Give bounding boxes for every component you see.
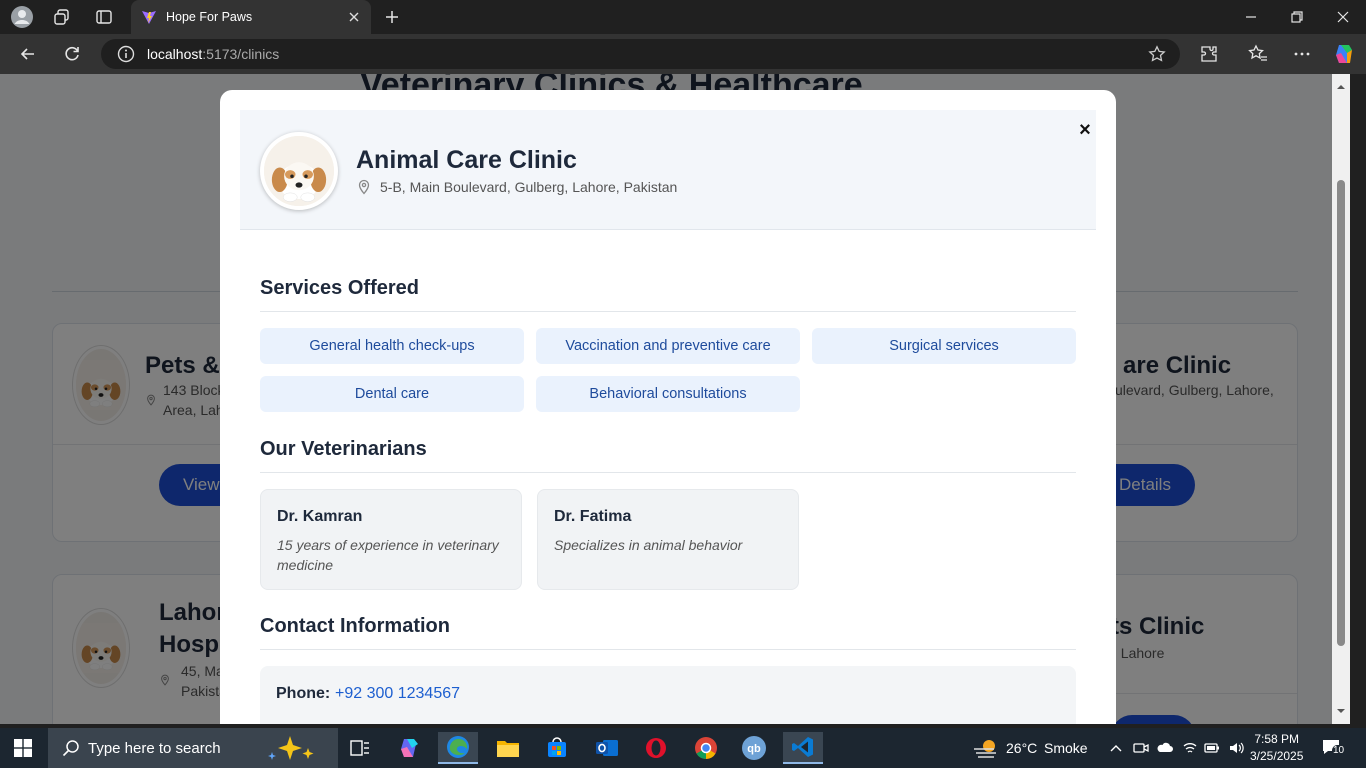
browser-tab-bar: Hope For Paws <box>0 0 1366 34</box>
scroll-thumb[interactable] <box>1337 180 1345 646</box>
clock-date: 3/25/2025 <box>1250 749 1304 763</box>
services-title: Services Offered <box>260 277 419 299</box>
back-icon[interactable] <box>18 44 38 64</box>
task-view-icon[interactable] <box>340 732 380 764</box>
tab-close-icon[interactable] <box>347 10 361 24</box>
vite-favicon-icon <box>142 11 156 24</box>
copilot-icon[interactable] <box>1332 42 1356 66</box>
more-menu-icon[interactable] <box>1292 44 1312 64</box>
url-field[interactable]: localhost:5173/clinics <box>101 39 1180 69</box>
tab-hope-for-paws[interactable]: Hope For Paws <box>131 0 371 34</box>
site-info-icon[interactable] <box>117 45 135 63</box>
section-divider <box>260 472 1076 473</box>
onedrive-icon[interactable] <box>1157 740 1173 756</box>
weather-icon[interactable] <box>972 737 1000 759</box>
service-tag: Surgical services <box>812 328 1076 364</box>
address-bar-row: localhost:5173/clinics <box>0 34 1366 74</box>
scroll-down-icon[interactable] <box>1336 706 1346 716</box>
opera-icon[interactable] <box>636 732 676 764</box>
phone-label: Phone: <box>276 685 331 702</box>
clinic-avatar <box>260 132 338 210</box>
chrome-icon[interactable] <box>686 732 726 764</box>
vet-description: 15 years of experience in veterinary med… <box>277 537 499 573</box>
section-divider <box>260 649 1076 650</box>
show-hidden-icons-icon[interactable] <box>1108 740 1124 756</box>
taskbar-search[interactable]: Type here to search <box>48 728 338 768</box>
weather-temp: 26°C <box>1006 740 1038 756</box>
sparkle-icon <box>268 736 314 760</box>
profile-icon[interactable] <box>10 5 34 29</box>
clinic-address: 5-B, Main Boulevard, Gulberg, Lahore, Pa… <box>380 179 678 195</box>
notification-count: 10 <box>1332 745 1346 756</box>
modal-close-button[interactable]: × <box>1075 120 1095 140</box>
search-placeholder: Type here to search <box>88 739 221 757</box>
clinic-details-modal: Animal Care Clinic 5-B, Main Boulevard, … <box>220 90 1116 724</box>
volume-icon[interactable] <box>1228 740 1244 756</box>
system-clock[interactable]: 7:58 PM 3/25/2025 <box>1250 731 1303 765</box>
tab-title: Hope For Paws <box>166 10 253 24</box>
vet-name: Dr. Kamran <box>277 508 363 525</box>
location-pin-icon <box>356 179 372 195</box>
url-host: localhost <box>147 46 203 62</box>
copilot-app-icon[interactable] <box>390 732 430 764</box>
service-tag: Behavioral consultations <box>536 376 800 412</box>
scroll-up-icon[interactable] <box>1336 82 1346 92</box>
file-explorer-icon[interactable] <box>488 732 528 764</box>
windows-start-icon[interactable] <box>14 739 32 757</box>
vet-description: Specializes in animal behavior <box>554 537 743 553</box>
vet-name: Dr. Fatima <box>554 508 632 525</box>
clock-time: 7:58 PM <box>1254 732 1300 746</box>
vscode-icon[interactable] <box>783 732 823 764</box>
phone-link[interactable]: +92 300 1234567 <box>335 685 460 703</box>
vertical-tabs-icon[interactable] <box>92 5 116 29</box>
favorite-star-icon[interactable] <box>1148 45 1166 63</box>
url-text: localhost:5173/clinics <box>147 46 279 62</box>
url-path: :5173/clinics <box>202 46 280 62</box>
clinic-name: Animal Care Clinic <box>356 146 577 174</box>
extensions-icon[interactable] <box>1199 44 1219 64</box>
close-window-icon[interactable] <box>1334 8 1352 26</box>
vet-card: Dr. Kamran 15 years of experience in vet… <box>260 489 522 590</box>
search-icon <box>62 740 79 757</box>
store-icon[interactable] <box>537 732 577 764</box>
outlook-icon[interactable] <box>587 732 627 764</box>
notification-center[interactable]: 10 <box>1322 739 1346 757</box>
minimize-icon[interactable] <box>1242 8 1260 26</box>
refresh-icon[interactable] <box>62 44 82 64</box>
weather-desc: Smoke <box>1044 740 1088 756</box>
section-divider <box>260 311 1076 312</box>
vet-card: Dr. Fatima Specializes in animal behavio… <box>537 489 799 590</box>
contact-title: Contact Information <box>260 615 450 637</box>
edge-app-icon[interactable] <box>438 732 478 764</box>
svg-text:qb: qb <box>747 743 761 755</box>
network-icon[interactable] <box>1182 740 1198 756</box>
new-tab-icon[interactable] <box>380 5 404 29</box>
qbittorrent-icon[interactable]: qb <box>734 732 774 764</box>
battery-icon[interactable] <box>1204 740 1220 756</box>
service-tag: Vaccination and preventive care <box>536 328 800 364</box>
meet-now-icon[interactable] <box>1133 740 1149 756</box>
contact-box: Phone: +92 300 1234567 <box>260 666 1076 724</box>
veterinarians-title: Our Veterinarians <box>260 438 427 460</box>
service-tag: Dental care <box>260 376 524 412</box>
windows-taskbar: Type here to search qb 26°C Smoke 7:58 P… <box>0 728 1366 768</box>
restore-icon[interactable] <box>1288 8 1306 26</box>
workspaces-icon[interactable] <box>50 5 74 29</box>
modal-header: Animal Care Clinic 5-B, Main Boulevard, … <box>240 110 1096 230</box>
service-tag: General health check-ups <box>260 328 524 364</box>
favorites-icon[interactable] <box>1248 44 1268 64</box>
page-scrollbar[interactable] <box>1332 74 1350 724</box>
